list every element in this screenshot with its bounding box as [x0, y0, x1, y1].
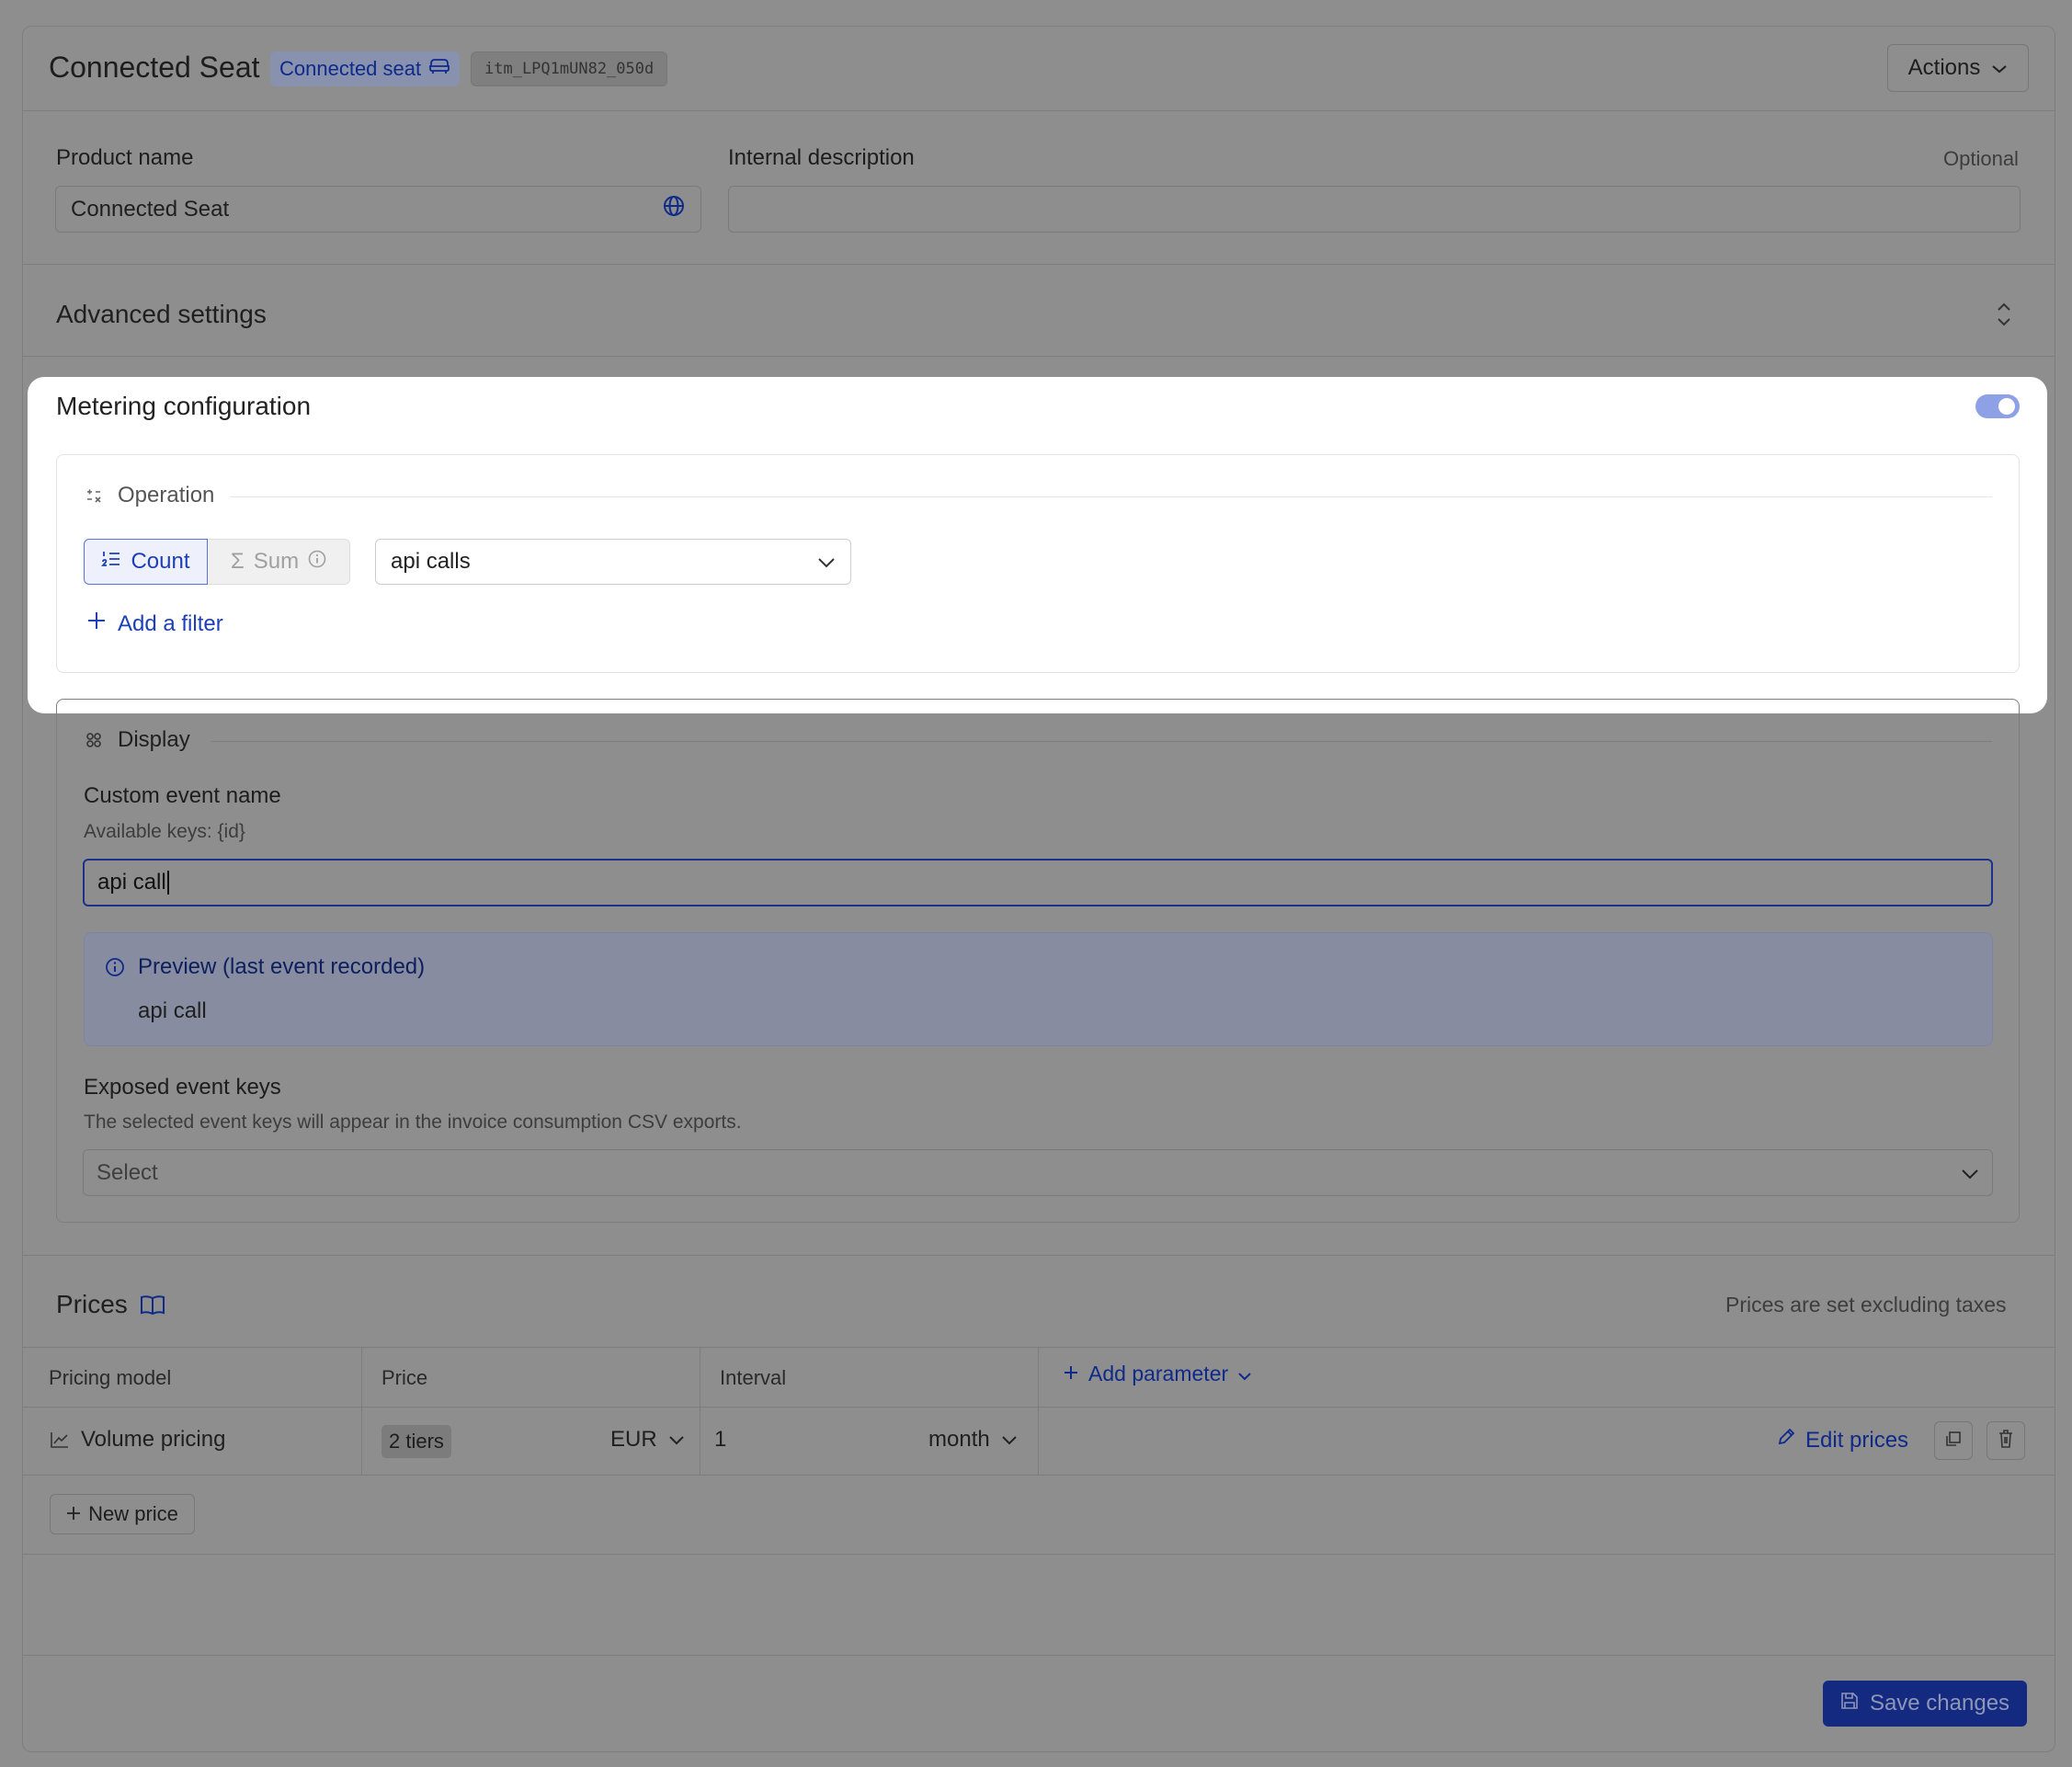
event-select-value: api calls — [391, 549, 471, 574]
custom-event-name-label: Custom event name — [84, 783, 281, 808]
table-divider — [23, 1347, 2055, 1348]
expand-collapse-icon[interactable] — [1996, 300, 2012, 334]
operation-divider — [230, 496, 1992, 497]
chevron-down-icon — [1991, 55, 2008, 81]
edit-prices-button[interactable]: Edit prices — [1776, 1427, 1908, 1454]
plus-icon — [66, 1502, 81, 1526]
internal-description-input[interactable] — [728, 186, 2021, 233]
column-divider — [361, 1347, 362, 1475]
sum-option[interactable]: Σ Sum — [208, 539, 350, 585]
chevron-down-icon — [1001, 1427, 1018, 1453]
column-header-interval: Interval — [720, 1366, 787, 1389]
metering-configuration-title: Metering configuration — [56, 392, 312, 420]
column-header-price: Price — [381, 1366, 428, 1389]
copy-icon — [1944, 1430, 1963, 1453]
interval-unit-value: month — [928, 1427, 990, 1452]
new-price-label: New price — [88, 1502, 178, 1525]
preview-title: Preview (last event recorded) — [138, 954, 426, 979]
book-icon[interactable] — [139, 1293, 166, 1321]
available-keys-hint: Available keys: {id} — [84, 821, 245, 842]
exposed-event-keys-placeholder: Select — [97, 1159, 158, 1185]
count-option[interactable]: Count — [84, 539, 208, 585]
product-type-label: Connected seat — [279, 57, 422, 80]
divider — [23, 1255, 2055, 1256]
globe-icon[interactable] — [662, 194, 686, 224]
product-name-value: Connected Seat — [71, 196, 230, 222]
prices-title: Prices — [56, 1290, 128, 1318]
pencil-icon — [1776, 1427, 1796, 1454]
page-title: Connected Seat — [49, 51, 260, 84]
product-type-badge: Connected seat — [270, 51, 461, 86]
plus-icon — [86, 610, 107, 637]
info-icon — [308, 549, 326, 575]
tiers-badge: 2 tiers — [381, 1425, 451, 1458]
interval-unit-select[interactable]: month — [928, 1427, 1018, 1453]
optional-label: Optional — [1943, 147, 2019, 170]
delete-price-button[interactable] — [1987, 1421, 2025, 1460]
chevron-down-icon — [817, 549, 836, 575]
preview-value: api call — [138, 998, 207, 1023]
internal-description-label: Internal description — [728, 145, 915, 170]
add-filter-label: Add a filter — [118, 610, 223, 636]
item-id-badge[interactable]: itm_LPQ1mUN82_050d — [471, 51, 668, 86]
save-icon — [1840, 1691, 1859, 1716]
save-changes-button[interactable]: Save changes — [1823, 1681, 2027, 1727]
edit-prices-label: Edit prices — [1805, 1427, 1909, 1453]
actions-button[interactable]: Actions — [1887, 44, 2029, 92]
product-name-input[interactable]: Connected Seat — [55, 186, 701, 233]
exposed-event-keys-label: Exposed event keys — [84, 1075, 281, 1100]
operation-icon — [85, 487, 102, 508]
operation-label: Operation — [118, 483, 215, 507]
column-divider — [1038, 1347, 1039, 1475]
actions-label: Actions — [1907, 55, 1981, 80]
new-price-button[interactable]: New price — [50, 1494, 195, 1534]
duplicate-price-button[interactable] — [1934, 1421, 1973, 1460]
trash-icon — [1997, 1429, 2015, 1454]
exposed-event-keys-help: The selected event keys will appear in t… — [84, 1112, 742, 1133]
add-parameter-button[interactable]: Add parameter — [1063, 1362, 1252, 1386]
exposed-event-keys-select[interactable]: Select — [83, 1149, 1993, 1196]
divider — [23, 1554, 2055, 1555]
count-label: Count — [131, 549, 190, 574]
line-chart-icon — [50, 1431, 70, 1454]
ordered-list-icon — [101, 549, 121, 575]
display-divider — [211, 741, 1992, 742]
display-label: Display — [118, 727, 190, 752]
custom-event-name-value: api call — [97, 870, 166, 895]
pricing-model-value: Volume pricing — [81, 1427, 226, 1452]
text-caret — [166, 871, 169, 895]
preview-box — [84, 932, 1993, 1046]
divider — [23, 356, 2055, 357]
currency-select[interactable]: EUR — [610, 1427, 685, 1453]
chevron-down-icon — [1237, 1362, 1252, 1386]
display-icon — [85, 732, 102, 753]
footer-divider — [23, 1655, 2055, 1656]
info-icon — [105, 957, 125, 982]
sum-label: Sum — [253, 549, 300, 574]
table-divider — [23, 1475, 2055, 1476]
chevron-down-icon — [1961, 1160, 1979, 1186]
currency-value: EUR — [610, 1427, 657, 1452]
column-header-pricing-model: Pricing model — [49, 1366, 172, 1389]
divider — [23, 110, 2055, 111]
seat-icon — [428, 57, 450, 81]
operation-box — [56, 454, 2020, 673]
chevron-down-icon — [668, 1427, 685, 1453]
sigma-icon: Σ — [230, 549, 245, 574]
interval-count-value[interactable]: 1 — [714, 1427, 726, 1453]
toggle-knob — [1998, 398, 2015, 415]
tax-note: Prices are set excluding taxes — [1725, 1293, 2007, 1317]
divider — [23, 264, 2055, 265]
add-filter-button[interactable]: Add a filter — [86, 610, 223, 637]
save-changes-label: Save changes — [1869, 1691, 2010, 1716]
add-parameter-label: Add parameter — [1088, 1362, 1229, 1385]
plus-icon — [1063, 1362, 1079, 1386]
event-select[interactable]: api calls — [375, 539, 851, 585]
advanced-settings-title[interactable]: Advanced settings — [56, 300, 267, 329]
product-name-label: Product name — [56, 145, 194, 170]
custom-event-name-input[interactable]: api call — [83, 859, 1993, 906]
table-divider — [23, 1407, 2055, 1408]
